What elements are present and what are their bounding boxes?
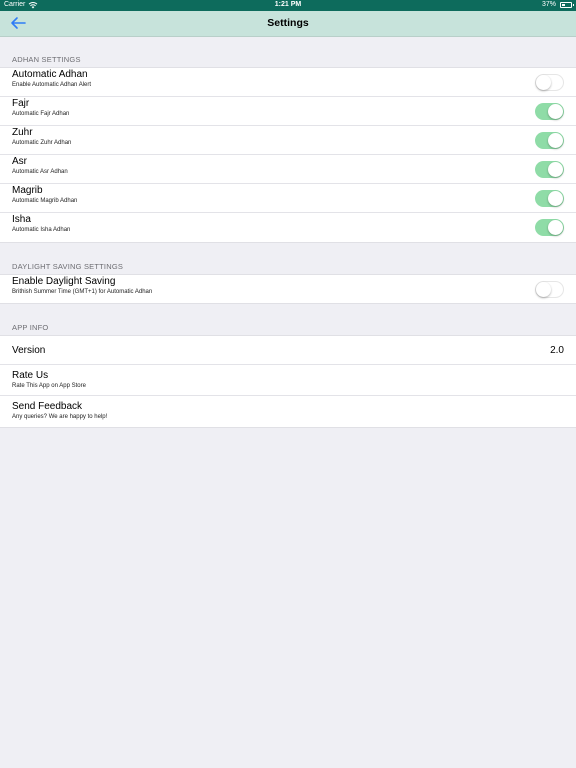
battery-fill bbox=[562, 4, 565, 6]
row-label: Send Feedback bbox=[12, 401, 83, 412]
toggle-knob bbox=[548, 220, 563, 235]
row-sublabel: Enable Automatic Adhan Alert bbox=[12, 82, 92, 88]
row-label: Rate Us bbox=[12, 370, 49, 381]
toggle-knob bbox=[548, 162, 563, 177]
row-sublabel: Automatic Magrib Adhan bbox=[12, 198, 78, 204]
adhan-row-isha: Isha Automatic Isha Adhan bbox=[0, 213, 576, 242]
toggle-knob bbox=[548, 104, 563, 119]
battery-icon bbox=[560, 2, 572, 8]
adhan-row-asr: Asr Automatic Asr Adhan bbox=[0, 155, 576, 184]
status-bar: Carrier 1:21 PM 37% bbox=[0, 0, 576, 11]
version-value: 2.0 bbox=[550, 345, 564, 356]
row-sublabel: Automatic Asr Adhan bbox=[12, 169, 68, 175]
battery-percent: 37% bbox=[541, 1, 556, 8]
toggle-knob bbox=[548, 191, 563, 206]
row-sublabel: Automatic Zuhr Adhan bbox=[12, 140, 72, 146]
daylight-settings-group: Enable Daylight Saving Brithish Summer T… bbox=[0, 274, 576, 304]
fajr-toggle[interactable] bbox=[535, 103, 564, 120]
toggle-knob bbox=[536, 282, 551, 297]
version-label: Version bbox=[12, 345, 46, 356]
rate-us-row[interactable]: Rate Us Rate This App on App Store bbox=[0, 365, 576, 396]
row-label: Zuhr bbox=[12, 127, 33, 138]
app-info-group: Version 2.0 Rate Us Rate This App on App… bbox=[0, 335, 576, 428]
page-title: Settings bbox=[267, 17, 309, 29]
row-label: Enable Daylight Saving bbox=[12, 276, 116, 287]
adhan-row-zuhr: Zuhr Automatic Zuhr Adhan bbox=[0, 126, 576, 155]
row-sublabel: Brithish Summer Time (GMT+1) for Automat… bbox=[12, 289, 153, 295]
adhan-row-fajr: Fajr Automatic Fajr Adhan bbox=[0, 97, 576, 126]
toggle-knob bbox=[536, 75, 551, 90]
battery-tip bbox=[573, 4, 574, 6]
asr-toggle[interactable] bbox=[535, 161, 564, 178]
row-label: Isha bbox=[12, 214, 31, 225]
zuhr-toggle[interactable] bbox=[535, 132, 564, 149]
row-sublabel: Automatic Fajr Adhan bbox=[12, 111, 70, 117]
row-label: Fajr bbox=[12, 98, 30, 109]
adhan-settings-group: Automatic Adhan Enable Automatic Adhan A… bbox=[0, 67, 576, 243]
daylight-saving-row: Enable Daylight Saving Brithish Summer T… bbox=[0, 275, 576, 303]
magrib-toggle[interactable] bbox=[535, 190, 564, 207]
daylight-section-header: DAYLIGHT SAVING SETTINGS bbox=[12, 262, 124, 271]
row-sublabel: Rate This App on App Store bbox=[12, 383, 86, 389]
app-info-section-header: APP INFO bbox=[12, 323, 49, 332]
adhan-row-automatic: Automatic Adhan Enable Automatic Adhan A… bbox=[0, 68, 576, 97]
adhan-row-magrib: Magrib Automatic Magrib Adhan bbox=[0, 184, 576, 213]
row-label: Magrib bbox=[12, 185, 43, 196]
navigation-bar: Settings bbox=[0, 11, 576, 37]
row-label: Automatic Adhan bbox=[12, 69, 88, 80]
clock: 1:21 PM bbox=[274, 1, 302, 8]
row-label: Asr bbox=[12, 156, 27, 167]
daylight-saving-toggle[interactable] bbox=[535, 281, 564, 298]
toggle-knob bbox=[548, 133, 563, 148]
row-sublabel: Automatic Isha Adhan bbox=[12, 227, 71, 233]
row-sublabel: Any queries? We are happy to help! bbox=[12, 414, 108, 420]
adhan-section-header: ADHAN SETTINGS bbox=[12, 55, 81, 64]
automatic-adhan-toggle[interactable] bbox=[535, 74, 564, 91]
version-row: Version 2.0 bbox=[0, 336, 576, 365]
send-feedback-row[interactable]: Send Feedback Any queries? We are happy … bbox=[0, 396, 576, 427]
isha-toggle[interactable] bbox=[535, 219, 564, 236]
